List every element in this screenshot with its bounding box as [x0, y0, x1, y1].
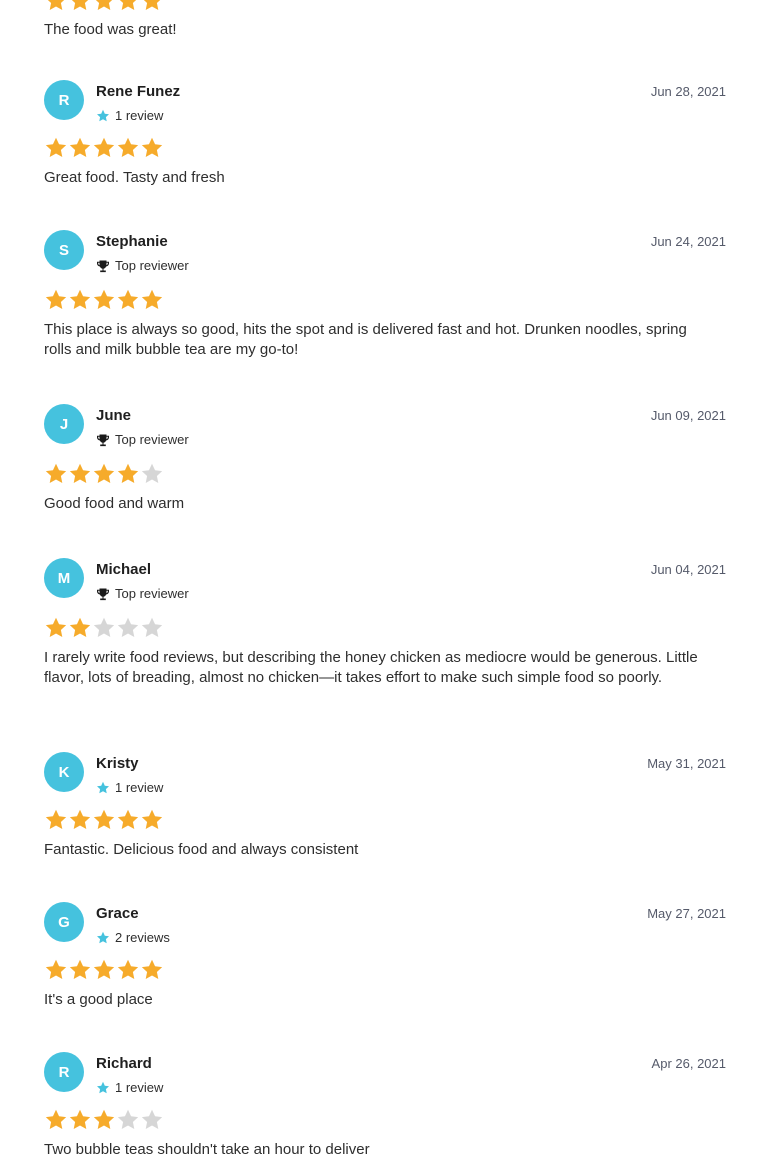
star-filled-icon: [45, 809, 67, 830]
avatar: S: [44, 230, 84, 270]
review-date: May 31, 2021: [647, 756, 726, 771]
star-empty-icon: [141, 617, 163, 638]
star-filled-icon: [141, 289, 163, 310]
rating-stars: [44, 288, 164, 312]
star-filled-icon: [45, 617, 67, 638]
star-empty-icon: [117, 617, 139, 638]
star-filled-icon: [45, 289, 67, 310]
star-icon: [96, 781, 110, 795]
star-filled-icon: [69, 617, 91, 638]
star-filled-icon: [117, 463, 139, 484]
reviewer-name: Michael: [96, 561, 152, 578]
reviewer-badge: Top reviewer: [96, 586, 189, 601]
reviewer-name: Stephanie: [96, 233, 168, 250]
star-filled-icon: [119, 0, 137, 11]
star-filled-icon: [117, 959, 139, 980]
review-date: Jun 09, 2021: [650, 408, 726, 423]
star-filled-icon: [93, 1109, 115, 1130]
top-review-stars: [44, 0, 164, 13]
star-icon: [96, 931, 110, 945]
star-filled-icon: [47, 0, 65, 11]
rating-stars: [44, 808, 164, 832]
top-review-text: The food was great!: [44, 21, 177, 38]
star-filled-icon: [69, 289, 91, 310]
star-filled-icon: [93, 463, 115, 484]
trophy-icon: [96, 587, 110, 601]
review-date: Jun 04, 2021: [650, 562, 726, 577]
star-filled-icon: [45, 137, 67, 158]
star-empty-icon: [93, 617, 115, 638]
review-text: Fantastic. Delicious food and always con…: [44, 841, 359, 858]
review-date: Apr 26, 2021: [651, 1056, 726, 1071]
review-text: I rarely write food reviews, but describ…: [44, 649, 698, 686]
star-filled-icon: [117, 137, 139, 158]
trophy-icon: [96, 433, 110, 447]
star-filled-icon: [69, 137, 91, 158]
reviewer-badge-label: Top reviewer: [115, 432, 189, 447]
star-filled-icon: [117, 809, 139, 830]
avatar: K: [44, 752, 84, 792]
avatar: M: [44, 558, 84, 598]
avatar: R: [44, 80, 84, 120]
star-filled-icon: [69, 463, 91, 484]
reviewer-badge-label: 1 review: [115, 108, 164, 123]
review-date: Jun 24, 2021: [650, 234, 726, 249]
reviewer-badge-label: Top reviewer: [115, 586, 189, 601]
reviewer-badge: 1 review: [96, 780, 163, 795]
reviewer-badge-label: 1 review: [115, 780, 164, 795]
reviewer-badge: 1 review: [96, 1080, 163, 1095]
star-icon: [96, 109, 110, 123]
reviewer-name: June: [96, 407, 132, 424]
rating-stars: [44, 136, 164, 160]
star-filled-icon: [95, 0, 113, 11]
avatar: R: [44, 1052, 84, 1092]
star-filled-icon: [93, 809, 115, 830]
review-date: May 27, 2021: [647, 906, 726, 921]
reviewer-badge: Top reviewer: [96, 258, 189, 273]
reviewer-badge-label: Top reviewer: [115, 258, 189, 273]
reviewer-name: Grace: [96, 905, 139, 922]
star-filled-icon: [71, 0, 89, 11]
reviewer-name: Kristy: [96, 755, 139, 772]
review-text: Good food and warm: [44, 495, 185, 512]
review-date: Jun 28, 2021: [650, 84, 726, 99]
star-filled-icon: [141, 137, 163, 158]
review-text: This place is always so good, hits the s…: [44, 321, 687, 358]
star-empty-icon: [117, 1109, 139, 1130]
star-empty-icon: [141, 463, 163, 484]
trophy-icon: [96, 259, 110, 273]
star-filled-icon: [69, 809, 91, 830]
reviewer-badge-label: 1 review: [115, 1080, 164, 1095]
reviewer-name: Richard: [96, 1055, 152, 1072]
star-filled-icon: [141, 959, 163, 980]
review-text: Two bubble teas shouldn't take an hour t…: [44, 1141, 370, 1158]
avatar: G: [44, 902, 84, 942]
rating-stars: [44, 616, 164, 640]
rating-stars: [44, 958, 164, 982]
star-filled-icon: [141, 809, 163, 830]
reviewer-badge: 1 review: [96, 108, 163, 123]
review-text: It's a good place: [44, 991, 153, 1008]
reviewer-badge-label: 2 reviews: [115, 930, 170, 945]
avatar: J: [44, 404, 84, 444]
reviewer-name: Rene Funez: [96, 83, 181, 100]
star-filled-icon: [143, 0, 161, 11]
star-filled-icon: [45, 1109, 67, 1130]
star-filled-icon: [117, 289, 139, 310]
star-filled-icon: [45, 959, 67, 980]
star-filled-icon: [93, 137, 115, 158]
star-empty-icon: [141, 1109, 163, 1130]
rating-stars: [44, 1108, 164, 1132]
rating-stars: [44, 462, 164, 486]
review-text: Great food. Tasty and fresh: [44, 169, 225, 186]
reviewer-badge: 2 reviews: [96, 930, 170, 945]
reviewer-badge: Top reviewer: [96, 432, 189, 447]
star-icon: [96, 1081, 110, 1095]
star-filled-icon: [93, 289, 115, 310]
star-filled-icon: [69, 959, 91, 980]
star-filled-icon: [69, 1109, 91, 1130]
star-filled-icon: [45, 463, 67, 484]
star-filled-icon: [93, 959, 115, 980]
